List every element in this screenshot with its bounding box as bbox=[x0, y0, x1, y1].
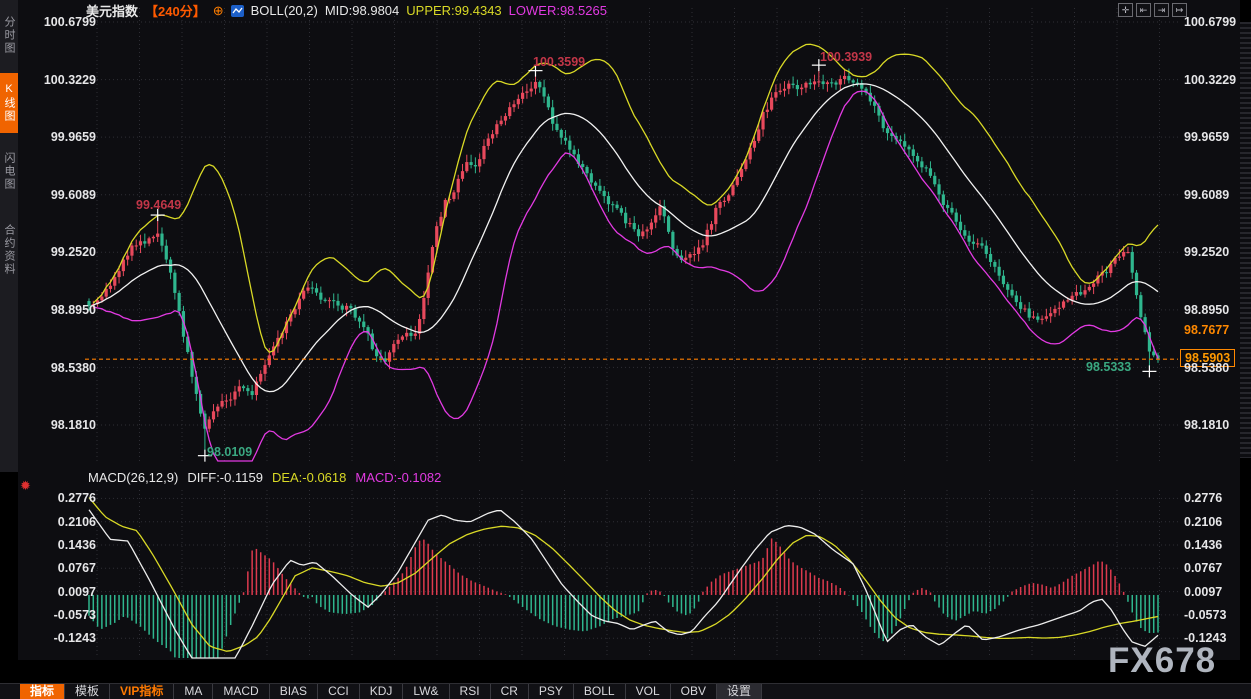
macd-axis-label-left: 0.0767 bbox=[28, 560, 96, 576]
macd-axis-label-right: 0.2776 bbox=[1184, 490, 1251, 506]
toolbar-tab-设置[interactable]: 设置 bbox=[717, 684, 762, 699]
time-axis: 240分 ▲ 2025/11/13 22:00~02:00四 10/1310/2… bbox=[0, 659, 1251, 682]
macd-axis-label-right: 0.0767 bbox=[1184, 560, 1251, 576]
toolbar-tab-LW&[interactable]: LW& bbox=[403, 684, 449, 699]
price-annotation: 99.4649 bbox=[136, 198, 181, 212]
app-window: 分时图 K线图闪电图合约资料 美元指数 【240分】 ⊕ BOLL(20,2) M… bbox=[0, 0, 1251, 699]
chart-header: 美元指数 【240分】 ⊕ BOLL(20,2) MID:98.9804 UPP… bbox=[86, 2, 607, 19]
sidebar-item-合约资料[interactable]: 合约资料 bbox=[0, 210, 18, 290]
toolbar-tab-CCI[interactable]: CCI bbox=[318, 684, 360, 699]
toolbar-tab-指标[interactable]: 指标 bbox=[20, 684, 65, 699]
price-and-macd-chart[interactable] bbox=[0, 0, 1251, 660]
toolbar-tab-MA[interactable]: MA bbox=[174, 684, 213, 699]
toolbar-tab-OBV[interactable]: OBV bbox=[671, 684, 717, 699]
price-annotation: 100.3599 bbox=[533, 55, 585, 69]
expand-x-button[interactable]: ⇥ bbox=[1154, 3, 1169, 17]
price-axis-label-left: 100.3229 bbox=[28, 72, 96, 88]
toolbar-tab-CR[interactable]: CR bbox=[491, 684, 529, 699]
macd-diff-value: DIFF:-0.1159 bbox=[187, 470, 263, 485]
boll-mid-value: MID:98.9804 bbox=[325, 3, 399, 18]
toolbar-tab-模板[interactable]: 模板 bbox=[65, 684, 110, 699]
sidebar-item-闪电图[interactable]: 闪电图 bbox=[0, 141, 18, 201]
price-axis-label-left: 99.9659 bbox=[28, 129, 96, 145]
price-axis-label-left: 98.8950 bbox=[28, 302, 96, 318]
macd-axis-label-left: 0.1436 bbox=[28, 537, 96, 553]
price-axis-label-right: 98.8950 bbox=[1184, 302, 1251, 318]
macd-axis-label-right: 0.2106 bbox=[1184, 514, 1251, 530]
toolbar-tab-BIAS[interactable]: BIAS bbox=[270, 684, 318, 699]
macd-axis-label-right: 0.1436 bbox=[1184, 537, 1251, 553]
price-axis-label-left: 98.5380 bbox=[28, 360, 96, 376]
macd-axis-label-left: 0.2776 bbox=[28, 490, 96, 506]
toolbar-tab-VIP指标[interactable]: VIP指标 bbox=[110, 684, 174, 699]
price-axis-label-left: 99.6089 bbox=[28, 187, 96, 203]
left-sidebar: 分时图 K线图闪电图合约资料 bbox=[0, 0, 18, 472]
price-axis-label-right: 100.3229 bbox=[1184, 72, 1251, 88]
macd-axis-label-left: 0.2106 bbox=[28, 514, 96, 530]
macd-hist-value: MACD:-0.1082 bbox=[355, 470, 441, 485]
window-controls: ✛⇤⇥↦ bbox=[1118, 3, 1187, 17]
price-axis-label-right: 98.1810 bbox=[1184, 417, 1251, 433]
indicator-toolbar: 指标模板VIP指标MAMACDBIASCCIKDJLW&RSICRPSYBOLL… bbox=[0, 683, 1251, 699]
period-tag[interactable]: 【240分】 bbox=[145, 1, 206, 20]
ask-price-tag: 98.7677 bbox=[1184, 323, 1229, 337]
fx678-watermark: FX678 bbox=[1108, 641, 1216, 681]
sidebar-item-分时图[interactable]: 分时图 bbox=[0, 5, 18, 65]
add-overlay-icon[interactable]: ⊕ bbox=[213, 3, 224, 19]
boll-label: BOLL(20,2) bbox=[251, 3, 318, 18]
macd-axis-label-right: 0.0097 bbox=[1184, 584, 1251, 600]
price-axis-label-right: 98.5380 bbox=[1184, 360, 1251, 376]
indicator-chart-icon[interactable] bbox=[231, 5, 244, 17]
macd-axis-label-left: -0.1243 bbox=[28, 630, 96, 646]
boll-lower-value: LOWER:98.5265 bbox=[509, 3, 607, 18]
compress-x-button[interactable]: ⇤ bbox=[1136, 3, 1151, 17]
price-axis-label-left: 100.6799 bbox=[28, 14, 96, 30]
toolbar-tab-MACD[interactable]: MACD bbox=[213, 684, 269, 699]
macd-dea-value: DEA:-0.0618 bbox=[272, 470, 346, 485]
price-annotation: 98.5333 bbox=[1086, 360, 1131, 374]
toolbar-tab-RSI[interactable]: RSI bbox=[450, 684, 491, 699]
macd-params-label: MACD(26,12,9) bbox=[88, 470, 178, 485]
boll-upper-value: UPPER:99.4343 bbox=[406, 3, 501, 18]
price-axis-label-right: 99.9659 bbox=[1184, 129, 1251, 145]
macd-axis-label-right: -0.1243 bbox=[1184, 630, 1251, 646]
price-annotation: 98.0109 bbox=[207, 445, 252, 459]
macd-header: MACD(26,12,9) DIFF:-0.1159 DEA:-0.0618 M… bbox=[88, 470, 441, 485]
sidebar-item-K线图[interactable]: K线图 bbox=[0, 73, 18, 133]
macd-axis-label-right: -0.0573 bbox=[1184, 607, 1251, 623]
toolbar-tab-VOL[interactable]: VOL bbox=[626, 684, 671, 699]
price-axis-label-right: 100.6799 bbox=[1184, 14, 1251, 30]
crosshair-button[interactable]: ✛ bbox=[1118, 3, 1133, 17]
price-axis-label-left: 98.1810 bbox=[28, 417, 96, 433]
price-annotation: 100.3939 bbox=[820, 50, 872, 64]
toolbar-tab-KDJ[interactable]: KDJ bbox=[360, 684, 404, 699]
price-axis-label-right: 99.2520 bbox=[1184, 244, 1251, 260]
toolbar-tab-PSY[interactable]: PSY bbox=[529, 684, 574, 699]
price-axis-label-left: 99.2520 bbox=[28, 244, 96, 260]
toolbar-tab-BOLL[interactable]: BOLL bbox=[574, 684, 626, 699]
macd-axis-label-left: -0.0573 bbox=[28, 607, 96, 623]
macd-axis-label-left: 0.0097 bbox=[28, 584, 96, 600]
price-axis-label-right: 99.6089 bbox=[1184, 187, 1251, 203]
